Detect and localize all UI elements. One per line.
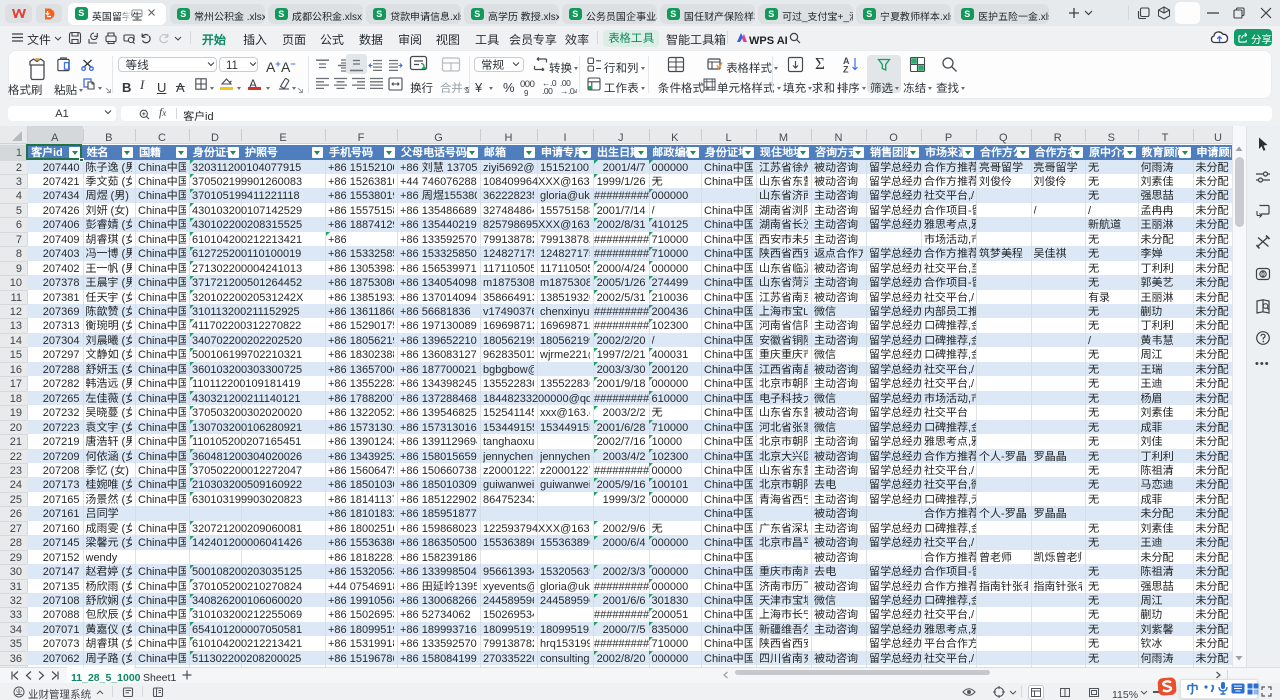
- svg-text:业: 业: [16, 688, 23, 698]
- svg-text:Z: Z: [843, 63, 849, 74]
